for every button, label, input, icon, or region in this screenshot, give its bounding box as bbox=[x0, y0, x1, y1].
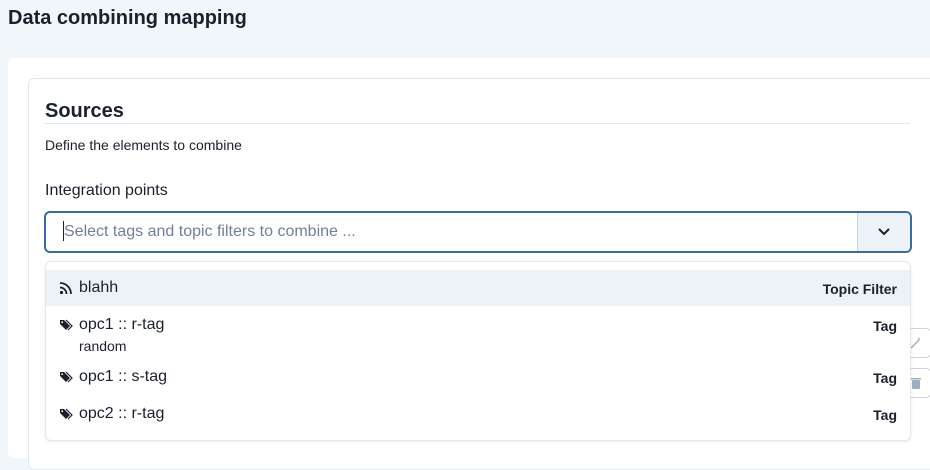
dropdown-toggle-button[interactable] bbox=[857, 213, 910, 251]
option-label: opc1 :: r-tag bbox=[79, 316, 165, 333]
chevron-down-icon bbox=[878, 228, 890, 235]
tag-icon bbox=[60, 371, 73, 383]
option-tag[interactable]: opc1 :: r-tag random Tag bbox=[46, 306, 910, 360]
option-label: opc2 :: r-tag bbox=[79, 405, 165, 422]
option-type: Tag bbox=[873, 407, 897, 423]
integration-points-label: Integration points bbox=[45, 182, 168, 199]
option-sublabel: random bbox=[79, 338, 127, 354]
section-divider bbox=[45, 123, 910, 124]
section-title: Sources bbox=[45, 100, 124, 122]
option-tag[interactable]: opc2 :: r-tag Tag bbox=[46, 396, 910, 432]
page-title: Data combining mapping bbox=[8, 7, 247, 29]
tag-icon bbox=[60, 319, 73, 331]
dropdown-menu: blahh Topic Filter opc1 :: r-tag random … bbox=[45, 261, 911, 441]
tag-icon bbox=[60, 408, 73, 420]
text-cursor bbox=[63, 221, 64, 241]
option-topic-filter[interactable]: blahh Topic Filter bbox=[46, 270, 910, 306]
rss-icon bbox=[59, 282, 72, 295]
option-tag[interactable]: opc1 :: s-tag Tag bbox=[46, 360, 910, 396]
option-type: Tag bbox=[873, 370, 897, 386]
option-label: opc1 :: s-tag bbox=[79, 368, 168, 385]
section-description: Define the elements to combine bbox=[45, 137, 242, 153]
wand-icon bbox=[910, 337, 921, 349]
option-type: Tag bbox=[873, 318, 897, 334]
integration-points-select[interactable] bbox=[44, 211, 912, 253]
trash-icon bbox=[911, 378, 921, 389]
option-type: Topic Filter bbox=[822, 281, 897, 297]
integration-points-input[interactable] bbox=[46, 213, 857, 251]
option-label: blahh bbox=[79, 279, 119, 296]
